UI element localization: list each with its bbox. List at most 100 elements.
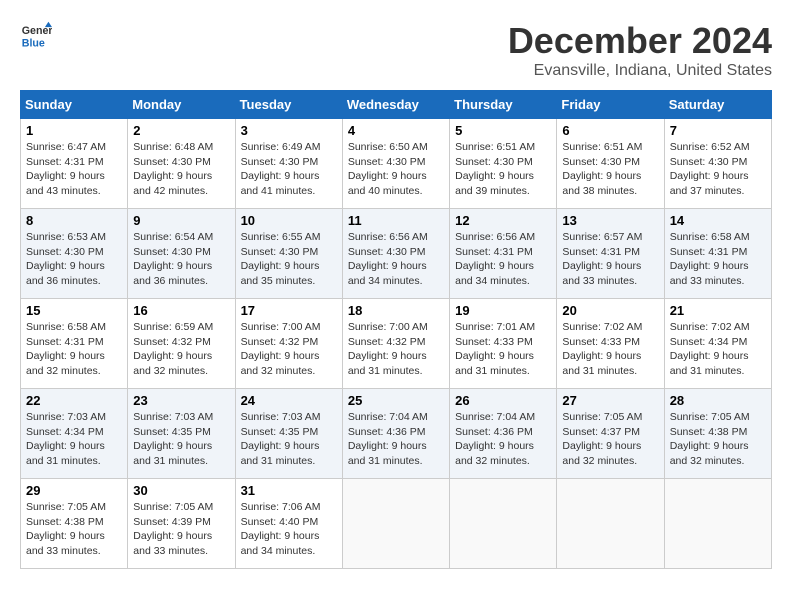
day-detail: Sunrise: 7:05 AMSunset: 4:38 PMDaylight:… [670,411,750,467]
day-number: 3 [241,123,337,138]
calendar-cell: 20 Sunrise: 7:02 AMSunset: 4:33 PMDaylig… [557,299,664,389]
calendar-cell: 9 Sunrise: 6:54 AMSunset: 4:30 PMDayligh… [128,209,235,299]
weekday-header-friday: Friday [557,91,664,119]
week-row-5: 29 Sunrise: 7:05 AMSunset: 4:38 PMDaylig… [21,479,772,569]
calendar-cell: 23 Sunrise: 7:03 AMSunset: 4:35 PMDaylig… [128,389,235,479]
day-number: 19 [455,303,551,318]
day-number: 31 [241,483,337,498]
calendar-cell: 17 Sunrise: 7:00 AMSunset: 4:32 PMDaylig… [235,299,342,389]
day-detail: Sunrise: 6:57 AMSunset: 4:31 PMDaylight:… [562,231,642,287]
day-number: 24 [241,393,337,408]
calendar-cell: 1 Sunrise: 6:47 AMSunset: 4:31 PMDayligh… [21,119,128,209]
week-row-3: 15 Sunrise: 6:58 AMSunset: 4:31 PMDaylig… [21,299,772,389]
day-number: 5 [455,123,551,138]
calendar-cell: 25 Sunrise: 7:04 AMSunset: 4:36 PMDaylig… [342,389,449,479]
calendar-body: 1 Sunrise: 6:47 AMSunset: 4:31 PMDayligh… [21,119,772,569]
day-detail: Sunrise: 7:05 AMSunset: 4:39 PMDaylight:… [133,501,213,557]
day-detail: Sunrise: 6:53 AMSunset: 4:30 PMDaylight:… [26,231,106,287]
day-detail: Sunrise: 6:55 AMSunset: 4:30 PMDaylight:… [241,231,321,287]
day-detail: Sunrise: 7:05 AMSunset: 4:37 PMDaylight:… [562,411,642,467]
calendar-cell: 30 Sunrise: 7:05 AMSunset: 4:39 PMDaylig… [128,479,235,569]
week-row-1: 1 Sunrise: 6:47 AMSunset: 4:31 PMDayligh… [21,119,772,209]
day-detail: Sunrise: 6:59 AMSunset: 4:32 PMDaylight:… [133,321,213,377]
calendar-cell: 18 Sunrise: 7:00 AMSunset: 4:32 PMDaylig… [342,299,449,389]
day-detail: Sunrise: 6:58 AMSunset: 4:31 PMDaylight:… [26,321,106,377]
week-row-4: 22 Sunrise: 7:03 AMSunset: 4:34 PMDaylig… [21,389,772,479]
weekday-header-saturday: Saturday [664,91,771,119]
calendar-cell [450,479,557,569]
day-detail: Sunrise: 6:56 AMSunset: 4:31 PMDaylight:… [455,231,535,287]
day-detail: Sunrise: 7:02 AMSunset: 4:34 PMDaylight:… [670,321,750,377]
weekday-header-thursday: Thursday [450,91,557,119]
page-header: General Blue December 2024 Evansville, I… [20,20,772,80]
day-detail: Sunrise: 6:56 AMSunset: 4:30 PMDaylight:… [348,231,428,287]
calendar-cell: 6 Sunrise: 6:51 AMSunset: 4:30 PMDayligh… [557,119,664,209]
day-number: 12 [455,213,551,228]
calendar-cell: 11 Sunrise: 6:56 AMSunset: 4:30 PMDaylig… [342,209,449,299]
day-detail: Sunrise: 7:00 AMSunset: 4:32 PMDaylight:… [241,321,321,377]
day-number: 26 [455,393,551,408]
day-number: 7 [670,123,766,138]
day-detail: Sunrise: 7:03 AMSunset: 4:35 PMDaylight:… [241,411,321,467]
calendar-table: SundayMondayTuesdayWednesdayThursdayFrid… [20,90,772,569]
day-number: 2 [133,123,229,138]
day-detail: Sunrise: 7:05 AMSunset: 4:38 PMDaylight:… [26,501,106,557]
calendar-cell [557,479,664,569]
calendar-cell: 27 Sunrise: 7:05 AMSunset: 4:37 PMDaylig… [557,389,664,479]
weekday-header-monday: Monday [128,91,235,119]
title-block: December 2024 Evansville, Indiana, Unite… [508,20,772,80]
weekday-header-row: SundayMondayTuesdayWednesdayThursdayFrid… [21,91,772,119]
day-number: 30 [133,483,229,498]
calendar-cell: 12 Sunrise: 6:56 AMSunset: 4:31 PMDaylig… [450,209,557,299]
calendar-cell [342,479,449,569]
calendar-cell: 15 Sunrise: 6:58 AMSunset: 4:31 PMDaylig… [21,299,128,389]
day-detail: Sunrise: 6:48 AMSunset: 4:30 PMDaylight:… [133,141,213,197]
week-row-2: 8 Sunrise: 6:53 AMSunset: 4:30 PMDayligh… [21,209,772,299]
day-detail: Sunrise: 6:50 AMSunset: 4:30 PMDaylight:… [348,141,428,197]
logo-icon: General Blue [20,20,52,52]
weekday-header-wednesday: Wednesday [342,91,449,119]
day-number: 29 [26,483,122,498]
day-detail: Sunrise: 7:02 AMSunset: 4:33 PMDaylight:… [562,321,642,377]
day-detail: Sunrise: 7:01 AMSunset: 4:33 PMDaylight:… [455,321,535,377]
calendar-cell: 24 Sunrise: 7:03 AMSunset: 4:35 PMDaylig… [235,389,342,479]
day-detail: Sunrise: 7:04 AMSunset: 4:36 PMDaylight:… [348,411,428,467]
calendar-cell: 29 Sunrise: 7:05 AMSunset: 4:38 PMDaylig… [21,479,128,569]
calendar-cell: 10 Sunrise: 6:55 AMSunset: 4:30 PMDaylig… [235,209,342,299]
day-detail: Sunrise: 6:47 AMSunset: 4:31 PMDaylight:… [26,141,106,197]
calendar-cell: 14 Sunrise: 6:58 AMSunset: 4:31 PMDaylig… [664,209,771,299]
day-number: 6 [562,123,658,138]
day-detail: Sunrise: 6:51 AMSunset: 4:30 PMDaylight:… [455,141,535,197]
day-detail: Sunrise: 6:52 AMSunset: 4:30 PMDaylight:… [670,141,750,197]
day-detail: Sunrise: 7:04 AMSunset: 4:36 PMDaylight:… [455,411,535,467]
day-number: 13 [562,213,658,228]
calendar-cell: 8 Sunrise: 6:53 AMSunset: 4:30 PMDayligh… [21,209,128,299]
day-number: 28 [670,393,766,408]
svg-text:Blue: Blue [22,38,45,50]
calendar-cell: 22 Sunrise: 7:03 AMSunset: 4:34 PMDaylig… [21,389,128,479]
day-detail: Sunrise: 6:49 AMSunset: 4:30 PMDaylight:… [241,141,321,197]
calendar-cell: 19 Sunrise: 7:01 AMSunset: 4:33 PMDaylig… [450,299,557,389]
calendar-cell: 5 Sunrise: 6:51 AMSunset: 4:30 PMDayligh… [450,119,557,209]
calendar-cell [664,479,771,569]
day-number: 27 [562,393,658,408]
day-number: 17 [241,303,337,318]
logo: General Blue [20,20,52,52]
calendar-cell: 21 Sunrise: 7:02 AMSunset: 4:34 PMDaylig… [664,299,771,389]
day-number: 20 [562,303,658,318]
day-number: 18 [348,303,444,318]
day-number: 10 [241,213,337,228]
day-detail: Sunrise: 6:58 AMSunset: 4:31 PMDaylight:… [670,231,750,287]
calendar-title: December 2024 [508,20,772,62]
day-detail: Sunrise: 6:51 AMSunset: 4:30 PMDaylight:… [562,141,642,197]
calendar-cell: 4 Sunrise: 6:50 AMSunset: 4:30 PMDayligh… [342,119,449,209]
day-number: 22 [26,393,122,408]
day-number: 11 [348,213,444,228]
day-number: 21 [670,303,766,318]
calendar-cell: 31 Sunrise: 7:06 AMSunset: 4:40 PMDaylig… [235,479,342,569]
day-number: 4 [348,123,444,138]
day-number: 25 [348,393,444,408]
calendar-cell: 2 Sunrise: 6:48 AMSunset: 4:30 PMDayligh… [128,119,235,209]
calendar-cell: 13 Sunrise: 6:57 AMSunset: 4:31 PMDaylig… [557,209,664,299]
day-number: 8 [26,213,122,228]
